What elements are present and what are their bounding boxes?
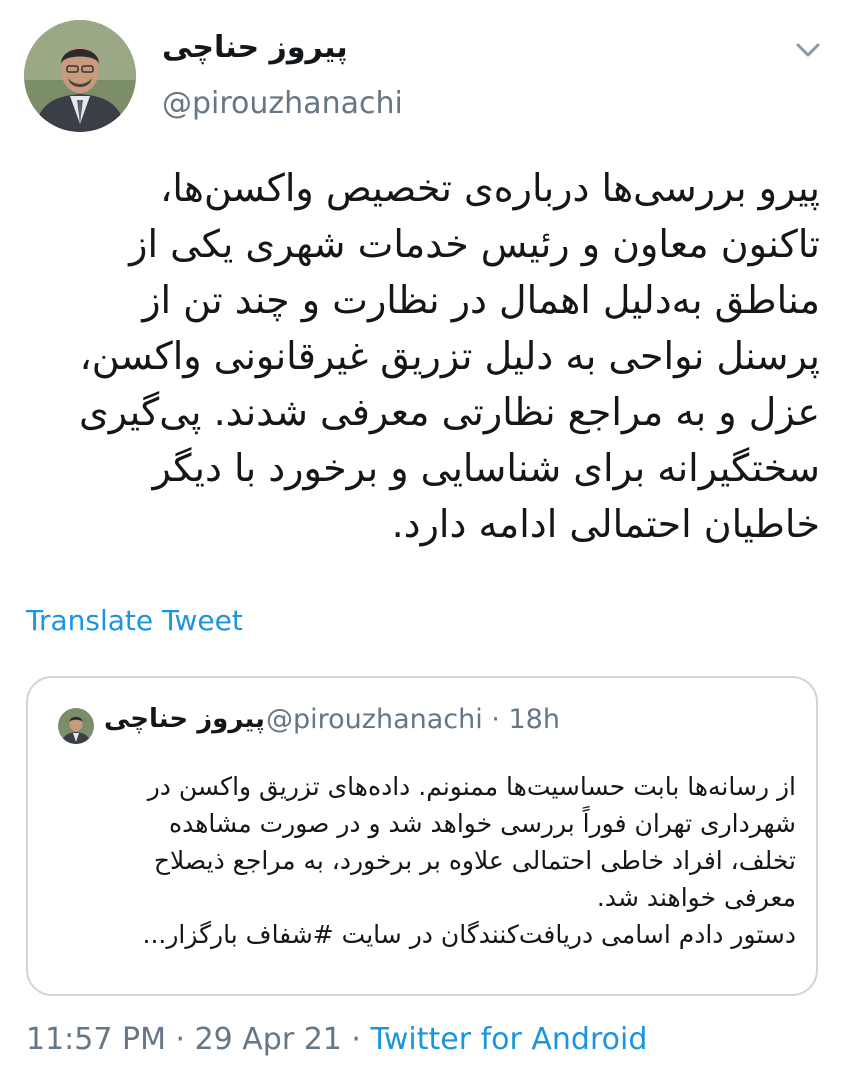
tweet-line: مناطق به‌دلیل اهمال در نظارت و چند تن از (142, 278, 820, 322)
quoted-line: از رسانه‌ها بابت حساسیت‌ها ممنونم. داده‌… (147, 772, 796, 801)
translate-tweet-link[interactable]: Translate Tweet (26, 604, 243, 637)
quoted-line: شهرداری تهران فوراً بررسی خواهد شد و در … (168, 809, 796, 838)
quoted-handle-time[interactable]: @pirouzhanachi · 18h (266, 704, 560, 735)
tweet-line: تاکنون معاون و رئیس خدمات شهری یکی از (129, 222, 820, 266)
author-handle[interactable]: @pirouzhanachi (162, 86, 403, 121)
tweet-line: پرسنل نواحی به دلیل تزریق غیرقانونی واکس… (79, 334, 820, 378)
tweet-footer: 11:57 PM · 29 Apr 21 · Twitter for Andro… (26, 1022, 647, 1057)
avatar[interactable] (24, 20, 136, 132)
tweet-line: خاطیان احتمالی ادامه دارد. (391, 502, 820, 546)
quoted-line: تخلف، افراد خاطی احتمالی علاوه بر برخورد… (153, 846, 796, 875)
quoted-author-name[interactable]: پیروز حناچی (104, 704, 265, 734)
quoted-line: دستور دادم اسامی دریافت‌کنندگان در سایت … (142, 920, 797, 949)
tweet-line: پیرو بررسی‌ها درباره‌ی تخصیص واکسن‌ها، (160, 166, 820, 210)
chevron-down-icon[interactable] (794, 40, 822, 60)
author-name[interactable]: پیروز حناچی (162, 30, 348, 65)
tweet-text: پیرو بررسی‌ها درباره‌ی تخصیص واکسن‌ها، ت… (30, 160, 820, 552)
quoted-line: معرفی خواهند شد. (596, 883, 796, 912)
tweet-line: عزل و به مراجع نظارتی معرفی شدند. پی‌گیر… (78, 390, 820, 434)
quoted-avatar[interactable] (58, 708, 94, 744)
quoted-text: از رسانه‌ها بابت حساسیت‌ها ممنونم. داده‌… (88, 768, 797, 953)
tweet-line: سختگیرانه برای شناسایی و برخورد با دیگر (152, 446, 820, 490)
quoted-tweet[interactable]: پیروز حناچی @pirouzhanachi · 18h از رسان… (26, 676, 818, 996)
tweet-datetime[interactable]: 11:57 PM · 29 Apr 21 · (26, 1022, 371, 1057)
source-app-link[interactable]: Twitter for Android (371, 1022, 648, 1057)
